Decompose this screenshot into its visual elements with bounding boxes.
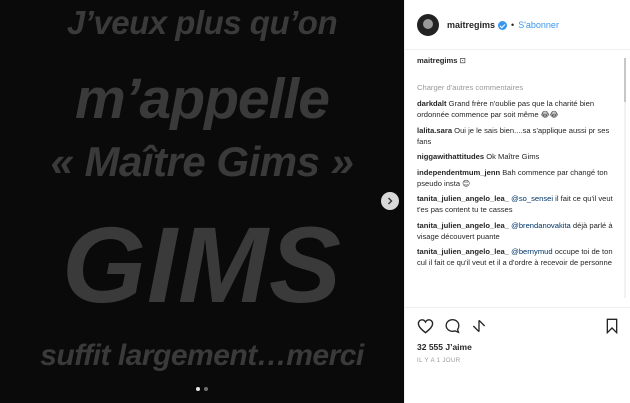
post-actions: 32 555 J’aime IL Y A 1 JOUR	[405, 307, 630, 364]
post-image[interactable]: J’veux plus qu’on m’appelle « Maître Gim…	[0, 0, 404, 403]
like-button[interactable]	[417, 318, 434, 334]
comment-item: niggawithattitudes Ok Maître Gims	[417, 151, 616, 162]
carousel-dot	[204, 387, 208, 391]
post-sidebar: maitregims • S'abonner maitregims ⊡ Char…	[404, 0, 630, 403]
header-separator: •	[511, 19, 515, 30]
chevron-right-icon	[388, 197, 393, 205]
image-text-line-3: « Maître Gims »	[50, 138, 354, 185]
comment-username[interactable]: independentmum_jenn	[417, 168, 500, 177]
caption-username[interactable]: maitregims	[417, 56, 458, 65]
post-timestamp[interactable]: IL Y A 1 JOUR	[417, 358, 619, 364]
comment-bubble-icon	[445, 318, 460, 334]
comment-item: lalita.sara Oui je le sais bien....sa s'…	[417, 125, 616, 147]
comment-item: tanita_julien_angelo_lea_ @brendanovakit…	[417, 220, 616, 242]
comment-username[interactable]: darkdalt	[417, 99, 447, 108]
follow-button[interactable]: S'abonner	[518, 20, 559, 30]
comment-item: darkdalt Grand frère n'oublie pas que la…	[417, 98, 616, 120]
image-text-line-4: GIMS	[61, 204, 342, 325]
load-more-comments-link[interactable]: Charger d'autres commentaires	[417, 82, 616, 93]
likes-count[interactable]: 32 555 J’aime	[417, 342, 619, 352]
heart-icon	[417, 319, 434, 334]
save-button[interactable]	[605, 318, 619, 334]
share-button[interactable]	[471, 318, 487, 334]
comment-username[interactable]: tanita_julien_angelo_lea_	[417, 194, 509, 203]
comment-mention[interactable]: @so_sensei	[509, 194, 553, 203]
comment-item: tanita_julien_angelo_lea_ @bernymud occu…	[417, 246, 616, 268]
comment-item: independentmum_jenn Bah commence par cha…	[417, 167, 616, 189]
comment-mention[interactable]: @brendanovakita	[509, 221, 571, 230]
comment-button[interactable]	[444, 318, 461, 334]
comments-scrollbar[interactable]	[624, 58, 626, 298]
carousel-indicator	[196, 387, 208, 391]
post-header: maitregims • S'abonner	[405, 0, 630, 50]
comment-username[interactable]: niggawithattitudes	[417, 152, 484, 161]
avatar[interactable]	[417, 13, 439, 36]
comment-item: tanita_julien_angelo_lea_ @so_sensei il …	[417, 193, 616, 215]
image-text-line-1: J’veux plus qu’on	[66, 4, 338, 41]
comments-list: maitregims ⊡ Charger d'autres commentair…	[417, 55, 616, 305]
bookmark-icon	[606, 318, 618, 334]
header-username[interactable]: maitregims	[447, 20, 495, 30]
comment-username[interactable]: lalita.sara	[417, 126, 452, 135]
scrollbar-thumb[interactable]	[624, 58, 626, 102]
caption-text: ⊡	[457, 56, 467, 65]
next-slide-button[interactable]	[381, 192, 399, 210]
comment-text: Ok Maître Gims	[484, 152, 540, 161]
image-text-line-2: m’appelle	[75, 67, 330, 131]
image-text-line-5: suffit largement…merci	[40, 339, 364, 372]
carousel-dot-active	[196, 387, 200, 391]
comment-username[interactable]: tanita_julien_angelo_lea_	[417, 247, 509, 256]
verified-badge-icon	[498, 21, 508, 30]
comment-mention[interactable]: @bernymud	[509, 247, 552, 256]
action-icons	[417, 316, 619, 336]
share-icon	[472, 319, 486, 333]
comment-username[interactable]: tanita_julien_angelo_lea_	[417, 221, 509, 230]
caption: maitregims ⊡	[417, 55, 616, 66]
